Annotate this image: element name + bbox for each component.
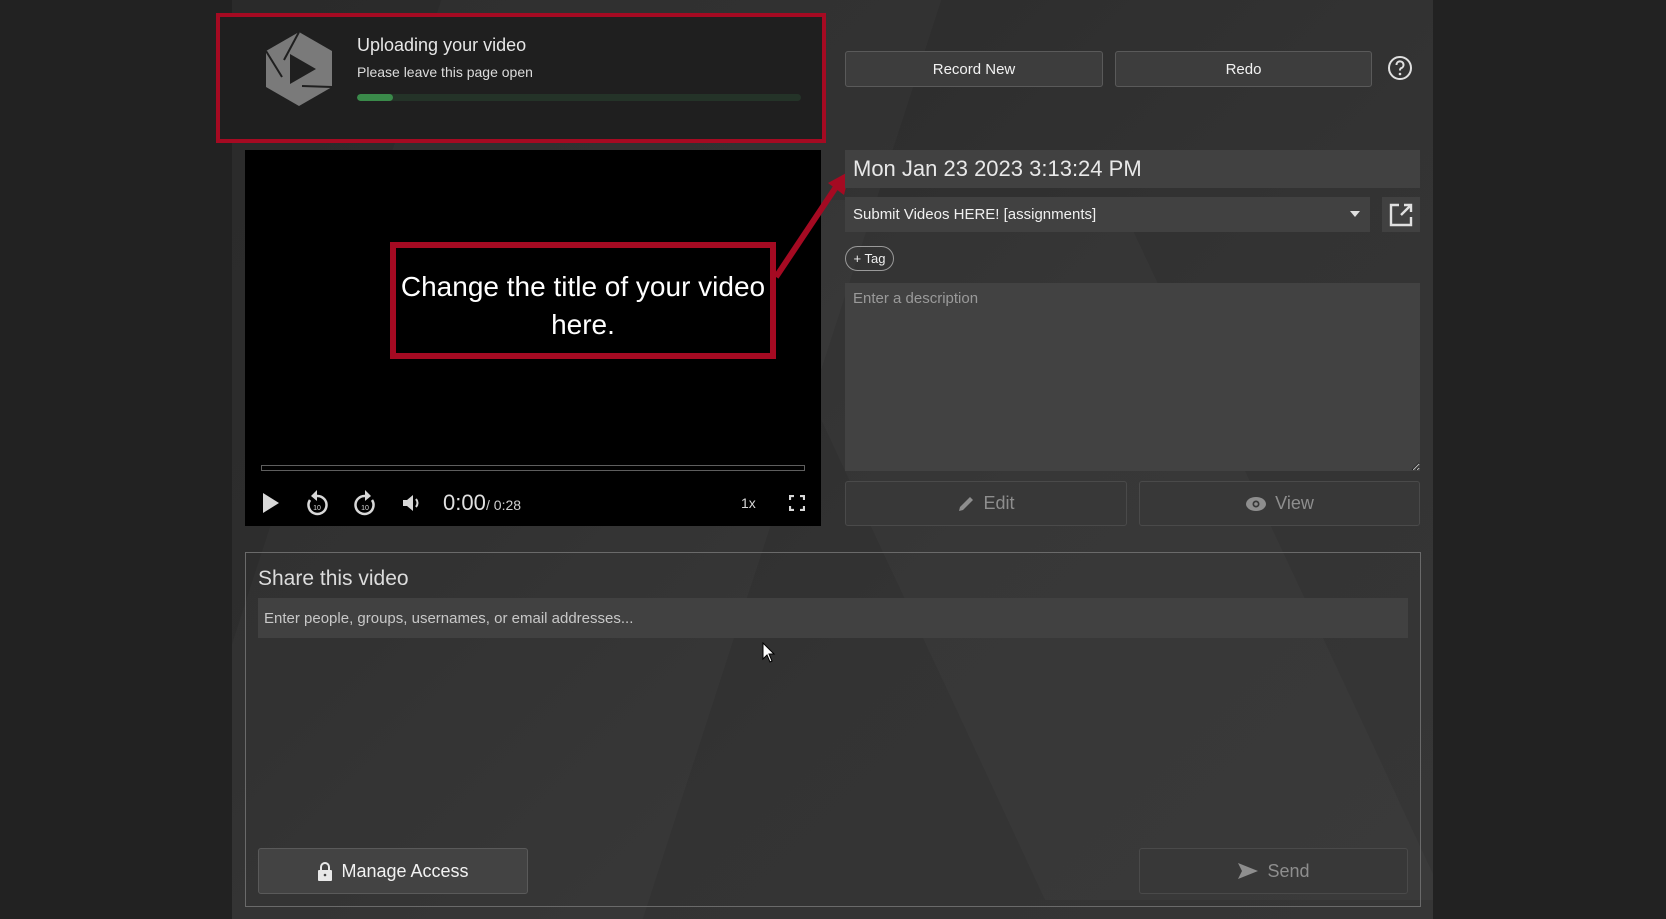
redo-button[interactable]: Redo <box>1115 51 1372 87</box>
external-link-icon <box>1389 203 1413 226</box>
manage-access-button[interactable]: Manage Access <box>258 848 528 894</box>
rewind-10-icon[interactable]: 10 <box>303 487 331 517</box>
mouse-cursor-icon <box>762 642 776 663</box>
seek-bar[interactable] <box>261 465 805 471</box>
view-button[interactable]: View <box>1139 481 1420 526</box>
share-title: Share this video <box>258 567 409 590</box>
chevron-down-icon <box>1350 211 1360 217</box>
add-tag-button[interactable]: + Tag <box>845 246 894 271</box>
manage-access-label: Manage Access <box>341 860 469 881</box>
playback-speed-button[interactable]: 1x <box>741 495 756 511</box>
help-circle-icon[interactable] <box>1387 55 1413 81</box>
svg-text:10: 10 <box>361 505 369 512</box>
forward-10-icon[interactable]: 10 <box>351 487 379 517</box>
folder-select[interactable]: Submit Videos HERE! [assignments] <box>845 197 1370 232</box>
play-icon[interactable] <box>260 490 282 516</box>
video-title-input[interactable] <box>845 150 1420 188</box>
svg-text:10: 10 <box>313 505 321 512</box>
upload-title: Uploading your video <box>357 35 527 55</box>
duration: / 0:28 <box>486 497 522 513</box>
upload-progress-bar <box>357 94 801 101</box>
fullscreen-icon[interactable] <box>787 493 807 513</box>
record-new-button[interactable]: Record New <box>845 51 1103 87</box>
callout-box: Change the title of your video here. <box>390 242 776 359</box>
lock-icon <box>318 862 333 881</box>
current-time: 0:00 <box>443 490 486 515</box>
upload-progress-fill <box>357 94 393 101</box>
send-button[interactable]: Send <box>1139 848 1408 894</box>
folder-select-value: Submit Videos HERE! [assignments] <box>853 206 1097 223</box>
upload-subtitle: Please leave this page open <box>357 64 533 80</box>
description-input[interactable] <box>845 283 1420 471</box>
eye-icon <box>1246 496 1267 511</box>
volume-icon[interactable] <box>400 492 424 514</box>
send-label: Send <box>1267 860 1310 881</box>
panopto-logo-icon <box>265 31 333 106</box>
edit-label: Edit <box>983 493 1015 513</box>
share-recipients-input[interactable] <box>258 598 1408 638</box>
edit-button[interactable]: Edit <box>845 481 1127 526</box>
pencil-icon <box>959 496 974 511</box>
view-label: View <box>1275 493 1314 513</box>
open-folder-button[interactable] <box>1382 197 1420 232</box>
send-icon <box>1238 863 1259 879</box>
